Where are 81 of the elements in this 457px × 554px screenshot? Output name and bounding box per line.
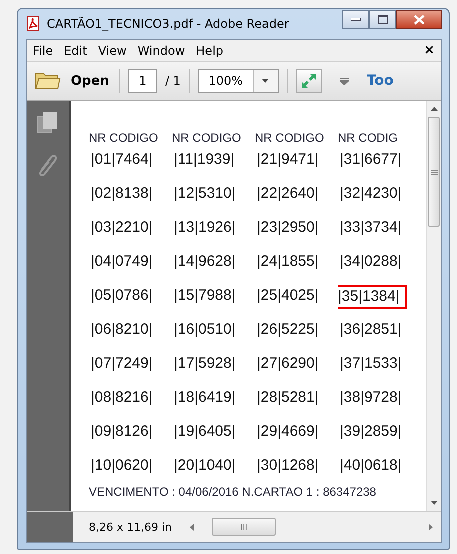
expand-arrows-icon — [300, 72, 318, 90]
scroll-thumb[interactable] — [428, 117, 440, 227]
highlighted-code-entry: |35|1384| — [338, 285, 407, 309]
vertical-scrollbar[interactable] — [426, 101, 441, 511]
code-entry: |19|6405| — [173, 422, 237, 442]
close-button[interactable] — [396, 10, 442, 29]
code-entry: |13|1926| — [173, 218, 237, 238]
minimize-button[interactable] — [342, 10, 369, 29]
code-entry: |17|5928| — [173, 354, 237, 374]
footer-text: VENCIMENTO : 04/06/2016 N.CARTAO 1 : 86347238 — [89, 485, 378, 499]
code-entry: |40|0618| — [339, 456, 403, 476]
code-entry: |39|2859| — [339, 422, 403, 442]
more-options-icon[interactable] — [340, 78, 349, 84]
code-entry: |06|8210| — [90, 320, 154, 340]
column-header: NR CODIGO — [255, 131, 324, 147]
menu-item[interactable]: Help — [196, 44, 224, 58]
menu-item[interactable]: Window — [138, 44, 186, 58]
code-entry: |11|1939| — [173, 150, 236, 170]
code-entry: |02|8138| — [90, 184, 154, 204]
code-entry: |37|1533| — [339, 354, 403, 374]
minimize-icon — [350, 18, 360, 22]
code-entry: |01|7464| — [90, 150, 154, 170]
close-document-button[interactable]: × — [424, 43, 435, 58]
code-entry: |38|9728| — [339, 388, 403, 408]
column-header: NR CODIGO — [89, 131, 158, 147]
code-entry: |12|5310| — [173, 184, 237, 204]
code-entry: |30|1268| — [256, 456, 320, 476]
zoom-dropdown[interactable]: 100% — [198, 69, 279, 93]
code-entry: |20|1040| — [173, 456, 237, 476]
code-entry: |10|0620| — [90, 456, 154, 476]
code-entry: |25|4025| — [256, 286, 320, 306]
page-size-label: 8,26 x 11,69 in — [89, 520, 172, 534]
code-entry: |28|5281| — [256, 388, 320, 408]
code-entry: |15|7988| — [173, 286, 237, 306]
menu-item[interactable]: File — [33, 44, 54, 58]
caret-icon — [262, 79, 270, 83]
code-entry: |03|2210| — [90, 218, 154, 238]
page-number-field[interactable]: 1 — [128, 69, 158, 93]
fullscreen-button[interactable] — [296, 69, 322, 93]
menu-item[interactable]: Edit — [64, 44, 88, 58]
horizontal-scrollbar[interactable]: III — [186, 518, 441, 536]
column-header: NR CODIG — [338, 131, 398, 147]
column-header: NR CODIGO — [172, 131, 242, 147]
code-entry: |21|9471| — [256, 150, 320, 170]
code-entry: |05|0786| — [90, 286, 154, 306]
code-entry: |23|2950| — [256, 218, 320, 238]
folder-icon — [35, 71, 61, 91]
code-entry: |22|2640| — [256, 184, 320, 204]
tools-link[interactable]: Too — [366, 73, 394, 89]
page-total: / 1 — [165, 74, 181, 88]
code-entry: |08|8216| — [90, 388, 154, 408]
maximize-icon — [378, 15, 388, 24]
open-button[interactable]: Open — [33, 71, 112, 91]
window-title: CARTÃO1_TECNICO3.pdf - Adobe Reader — [47, 17, 290, 31]
code-entry: |24|1855| — [256, 252, 320, 272]
code-entry: |04|0749| — [90, 252, 154, 272]
code-entry: |18|6419| — [173, 388, 237, 408]
maximize-button[interactable] — [369, 10, 396, 29]
code-entry: |31|6677| — [339, 150, 403, 170]
code-entry: |14|9628| — [173, 252, 237, 272]
code-entry: |16|0510| — [173, 320, 237, 340]
code-entry: |34|0288| — [339, 252, 403, 272]
pages-icon[interactable] — [37, 111, 59, 135]
close-icon — [414, 14, 424, 24]
code-entry: |09|8126| — [90, 422, 154, 442]
code-entry: |33|3734| — [339, 218, 403, 238]
code-entry: |07|7249| — [90, 354, 154, 374]
scroll-left-icon[interactable] — [190, 524, 194, 530]
code-entry: |36|2851| — [339, 320, 403, 340]
code-entry: |27|6290| — [256, 354, 320, 374]
code-entry: |26|5225| — [256, 320, 320, 340]
code-entry: |29|4669| — [256, 422, 320, 442]
paperclip-icon[interactable] — [37, 153, 59, 179]
scroll-right-icon[interactable] — [429, 524, 433, 530]
pdf-file-icon — [26, 16, 42, 32]
menu-item[interactable]: View — [98, 44, 127, 58]
grip-icon — [430, 170, 438, 174]
scroll-down-icon[interactable] — [430, 501, 438, 505]
scroll-thumb[interactable]: III — [212, 518, 276, 536]
scroll-up-icon[interactable] — [430, 107, 438, 111]
code-entry: |32|4230| — [339, 184, 403, 204]
